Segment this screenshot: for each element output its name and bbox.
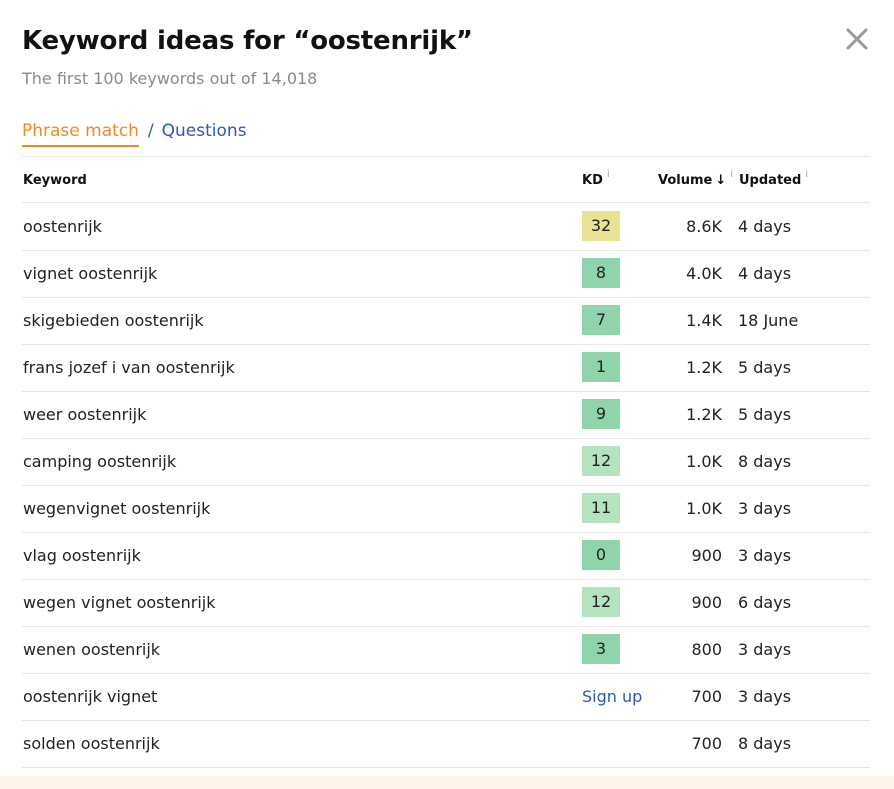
- updated-cell: 18 June: [738, 311, 799, 330]
- kd-badge: 11: [582, 493, 620, 523]
- kd-badge: 0: [582, 540, 620, 570]
- table-row: frans jozef i van oostenrijk 1 1.2K 5 days: [22, 344, 870, 392]
- column-header-keyword[interactable]: Keyword: [23, 173, 87, 188]
- keyword-cell[interactable]: wegen vignet oostenrijk: [23, 593, 215, 612]
- kd-badge: 3: [582, 634, 620, 664]
- kd-badge: 32: [582, 211, 620, 241]
- table-row: wegen vignet oostenrijk 12 900 6 days: [22, 579, 870, 627]
- kd-badge: 7: [582, 305, 620, 335]
- table-row: skigebieden oostenrijk 7 1.4K 18 June: [22, 297, 870, 345]
- updated-cell: 4 days: [738, 217, 792, 236]
- keyword-cell[interactable]: wenen oostenrijk: [23, 640, 160, 659]
- table-row: vignet oostenrijk 8 4.0K 4 days: [22, 250, 870, 298]
- updated-cell: 3 days: [738, 546, 792, 565]
- column-header-updated[interactable]: Updated i: [739, 169, 808, 188]
- volume-cell: 8.6K: [686, 217, 722, 236]
- keyword-cell[interactable]: vignet oostenrijk: [23, 264, 157, 283]
- updated-cell: 3 days: [738, 687, 792, 706]
- volume-info-icon[interactable]: i: [730, 169, 733, 180]
- kd-badge: 12: [582, 446, 620, 476]
- volume-cell: 900: [691, 593, 722, 612]
- updated-cell: 5 days: [738, 358, 792, 377]
- sign-up-link[interactable]: Sign up: [582, 687, 642, 706]
- updated-info-icon[interactable]: i: [805, 169, 808, 180]
- volume-cell: 700: [691, 734, 722, 753]
- tab-bar: Phrase match / Questions: [22, 121, 247, 149]
- close-icon[interactable]: [842, 24, 872, 54]
- tabs-divider: [22, 156, 870, 157]
- volume-cell: 1.0K: [686, 452, 722, 471]
- updated-cell: 4 days: [738, 264, 792, 283]
- table-row: oostenrijk vignet Sign up 700 3 days: [22, 673, 870, 721]
- volume-cell: 800: [691, 640, 722, 659]
- updated-cell: 3 days: [738, 499, 792, 518]
- keyword-cell[interactable]: wegenvignet oostenrijk: [23, 499, 210, 518]
- volume-cell: 1.2K: [686, 358, 722, 377]
- volume-cell: 700: [691, 687, 722, 706]
- sort-down-icon: ↓: [715, 173, 727, 188]
- kd-badge: 1: [582, 352, 620, 382]
- keyword-cell[interactable]: solden oostenrijk: [23, 734, 160, 753]
- column-header-volume[interactable]: Volume ↓ i: [658, 169, 733, 188]
- footer-band: [0, 776, 894, 789]
- table-row: solden oostenrijk 700 8 days: [22, 720, 870, 768]
- table-row: vlag oostenrijk 0 900 3 days: [22, 532, 870, 580]
- volume-cell: 1.2K: [686, 405, 722, 424]
- keyword-cell[interactable]: weer oostenrijk: [23, 405, 146, 424]
- kd-badge: 8: [582, 258, 620, 288]
- table-row: oostenrijk 32 8.6K 4 days: [22, 203, 870, 251]
- keyword-cell[interactable]: frans jozef i van oostenrijk: [23, 358, 235, 377]
- table-row: wegenvignet oostenrijk 11 1.0K 3 days: [22, 485, 870, 533]
- updated-cell: 5 days: [738, 405, 792, 424]
- volume-cell: 1.4K: [686, 311, 722, 330]
- keyword-cell[interactable]: skigebieden oostenrijk: [23, 311, 204, 330]
- tab-phrase-match[interactable]: Phrase match: [22, 121, 139, 147]
- kd-badge: 12: [582, 587, 620, 617]
- page-title: Keyword ideas for “oostenrijk”: [22, 26, 473, 56]
- kd-badge: 9: [582, 399, 620, 429]
- updated-cell: 8 days: [738, 734, 792, 753]
- tab-separator: /: [147, 121, 154, 141]
- table-row: weer oostenrijk 9 1.2K 5 days: [22, 391, 870, 439]
- volume-cell: 4.0K: [686, 264, 722, 283]
- table-row: camping oostenrijk 12 1.0K 8 days: [22, 438, 870, 486]
- volume-cell: 1.0K: [686, 499, 722, 518]
- kd-info-icon[interactable]: i: [607, 169, 610, 180]
- updated-cell: 6 days: [738, 593, 792, 612]
- keyword-cell[interactable]: camping oostenrijk: [23, 452, 176, 471]
- keyword-cell[interactable]: oostenrijk vignet: [23, 687, 157, 706]
- updated-cell: 8 days: [738, 452, 792, 471]
- page-subtitle: The first 100 keywords out of 14,018: [22, 69, 318, 88]
- tab-questions[interactable]: Questions: [162, 121, 247, 141]
- keyword-cell[interactable]: vlag oostenrijk: [23, 546, 141, 565]
- volume-cell: 900: [691, 546, 722, 565]
- updated-cell: 3 days: [738, 640, 792, 659]
- table-row: wenen oostenrijk 3 800 3 days: [22, 626, 870, 674]
- column-header-kd[interactable]: KD i: [582, 169, 610, 188]
- keyword-cell[interactable]: oostenrijk: [23, 217, 102, 236]
